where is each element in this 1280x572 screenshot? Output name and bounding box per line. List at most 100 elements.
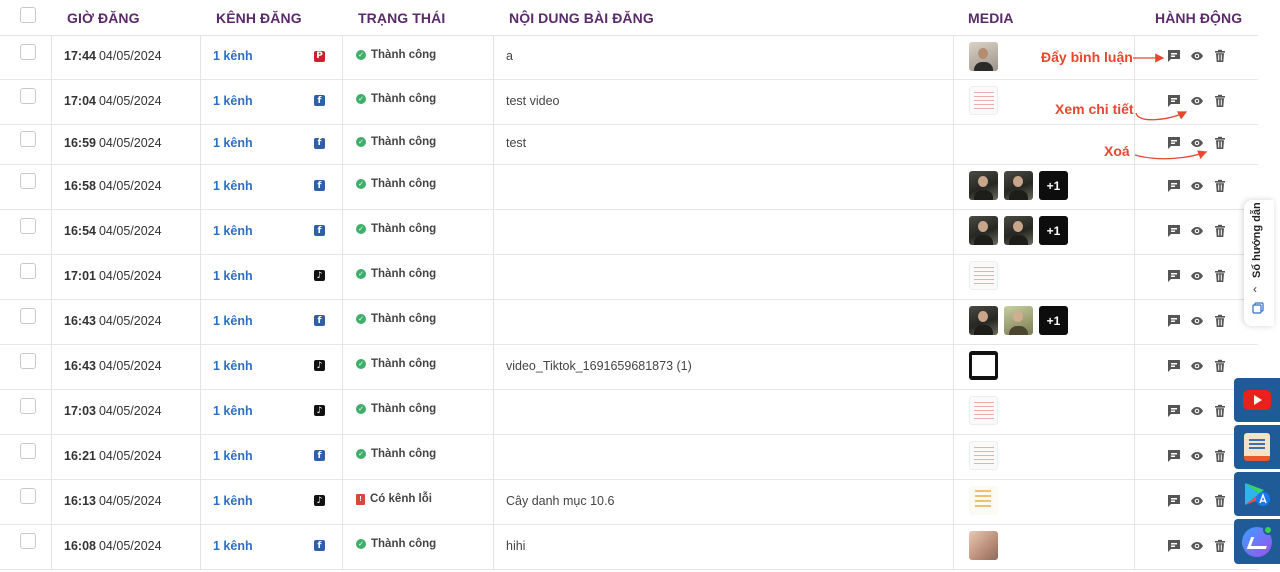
row-checkbox[interactable] — [20, 88, 36, 104]
status-badge: ✓ Thành công — [356, 223, 436, 235]
view-detail-icon[interactable] — [1190, 49, 1204, 63]
channel-count-link[interactable]: 1 kênh — [213, 49, 253, 63]
channel-count-link[interactable]: 1 kênh — [213, 179, 253, 193]
view-detail-icon[interactable] — [1190, 179, 1204, 193]
row-checkbox[interactable] — [20, 43, 36, 60]
select-all-checkbox[interactable] — [20, 6, 36, 23]
row-checkbox[interactable] — [20, 488, 36, 504]
guide-side-tab[interactable]: Sổ hướng dẫn ‹ — [1244, 200, 1274, 326]
delete-icon[interactable] — [1213, 49, 1227, 63]
channel-count-link[interactable]: 1 kênh — [213, 269, 253, 283]
media-thumbnail[interactable] — [969, 486, 998, 515]
channel-count-link[interactable]: 1 kênh — [213, 404, 253, 418]
view-detail-icon[interactable] — [1190, 449, 1204, 463]
delete-icon[interactable] — [1213, 179, 1227, 193]
delete-icon[interactable] — [1213, 449, 1227, 463]
push-comment-icon[interactable] — [1167, 404, 1181, 418]
media-cell: +1 — [969, 297, 1068, 344]
channel-count-link[interactable]: 1 kênh — [213, 539, 253, 553]
view-detail-icon[interactable] — [1190, 269, 1204, 283]
media-thumbnail[interactable] — [969, 86, 998, 115]
push-comment-icon[interactable] — [1167, 269, 1181, 283]
media-thumbnail[interactable] — [969, 351, 998, 380]
media-list: +1 — [969, 171, 1068, 200]
header-media: MEDIA — [968, 9, 1014, 26]
media-thumbnail[interactable] — [1004, 216, 1033, 245]
more-media-badge[interactable]: +1 — [1039, 216, 1068, 245]
media-thumbnail[interactable] — [969, 261, 998, 290]
view-detail-icon[interactable] — [1190, 404, 1204, 418]
chevron-left-icon[interactable]: ‹ — [1253, 282, 1257, 296]
delete-icon[interactable] — [1213, 539, 1227, 553]
row-checkbox-cell — [20, 525, 36, 569]
delete-icon[interactable] — [1213, 269, 1227, 283]
channel-count-link[interactable]: 1 kênh — [213, 494, 253, 508]
media-thumbnail[interactable] — [969, 396, 998, 425]
app-store-button[interactable] — [1234, 472, 1280, 516]
media-thumbnail[interactable] — [1004, 306, 1033, 335]
row-checkbox[interactable] — [20, 308, 36, 324]
view-detail-icon[interactable] — [1190, 224, 1204, 238]
row-checkbox[interactable] — [20, 263, 36, 279]
messenger-button[interactable] — [1234, 519, 1280, 564]
row-checkbox[interactable] — [20, 353, 36, 369]
channel-cell: 1 kênh — [213, 297, 253, 344]
delete-icon[interactable] — [1213, 359, 1227, 373]
status-cell: ✓ Thành công — [356, 252, 436, 299]
header-time: GIỜ ĐĂNG — [67, 9, 140, 26]
media-thumbnail[interactable] — [969, 441, 998, 470]
push-comment-icon[interactable] — [1167, 449, 1181, 463]
channel-count-link[interactable]: 1 kênh — [213, 314, 253, 328]
status-cell: ✓ Thành công — [356, 33, 436, 79]
delete-icon[interactable] — [1213, 224, 1227, 238]
more-media-badge[interactable]: +1 — [1039, 171, 1068, 200]
delete-icon[interactable] — [1213, 314, 1227, 328]
youtube-button[interactable] — [1234, 378, 1280, 422]
push-comment-icon[interactable] — [1167, 314, 1181, 328]
row-checkbox[interactable] — [20, 173, 36, 189]
copy-icon[interactable] — [1252, 302, 1264, 314]
row-checkbox[interactable] — [20, 533, 36, 549]
push-comment-icon[interactable] — [1167, 136, 1181, 150]
status-badge: ✓ Thành công — [356, 538, 436, 550]
channel-count-link[interactable]: 1 kênh — [213, 224, 253, 238]
view-detail-icon[interactable] — [1190, 359, 1204, 373]
media-list: +1 — [969, 306, 1068, 335]
push-comment-icon[interactable] — [1167, 359, 1181, 373]
media-list — [969, 441, 998, 470]
row-checkbox[interactable] — [20, 218, 36, 234]
delete-icon[interactable] — [1213, 404, 1227, 418]
view-detail-icon[interactable] — [1190, 94, 1204, 108]
delete-icon[interactable] — [1213, 136, 1227, 150]
delete-icon[interactable] — [1213, 94, 1227, 108]
view-detail-icon[interactable] — [1190, 314, 1204, 328]
channel-count-link[interactable]: 1 kênh — [213, 449, 253, 463]
channel-count-link[interactable]: 1 kênh — [213, 136, 253, 150]
media-thumbnail[interactable] — [969, 41, 998, 71]
row-checkbox[interactable] — [20, 443, 36, 459]
row-checkbox[interactable] — [20, 130, 36, 147]
channel-count-link[interactable]: 1 kênh — [213, 94, 253, 108]
view-detail-icon[interactable] — [1190, 539, 1204, 553]
channel-count-link[interactable]: 1 kênh — [213, 359, 253, 373]
push-comment-icon[interactable] — [1167, 539, 1181, 553]
media-thumbnail[interactable] — [969, 171, 998, 200]
row-checkbox[interactable] — [20, 398, 36, 414]
annotation-view: Xem chi tiết — [1055, 101, 1134, 117]
media-thumbnail[interactable] — [1004, 171, 1033, 200]
media-thumbnail[interactable] — [969, 216, 998, 245]
post-content: test — [506, 136, 527, 150]
delete-icon[interactable] — [1213, 494, 1227, 508]
view-detail-icon[interactable] — [1190, 136, 1204, 150]
view-detail-icon[interactable] — [1190, 494, 1204, 508]
more-media-badge[interactable]: +1 — [1039, 306, 1068, 335]
media-thumbnail[interactable] — [969, 306, 998, 335]
manual-book-button[interactable] — [1234, 425, 1280, 469]
push-comment-icon[interactable] — [1167, 179, 1181, 193]
push-comment-icon[interactable] — [1167, 224, 1181, 238]
push-comment-icon[interactable] — [1167, 94, 1181, 108]
media-thumbnail[interactable] — [969, 531, 998, 560]
push-comment-icon[interactable] — [1167, 494, 1181, 508]
facebook-icon: f — [314, 540, 325, 551]
push-comment-icon[interactable] — [1167, 49, 1181, 63]
